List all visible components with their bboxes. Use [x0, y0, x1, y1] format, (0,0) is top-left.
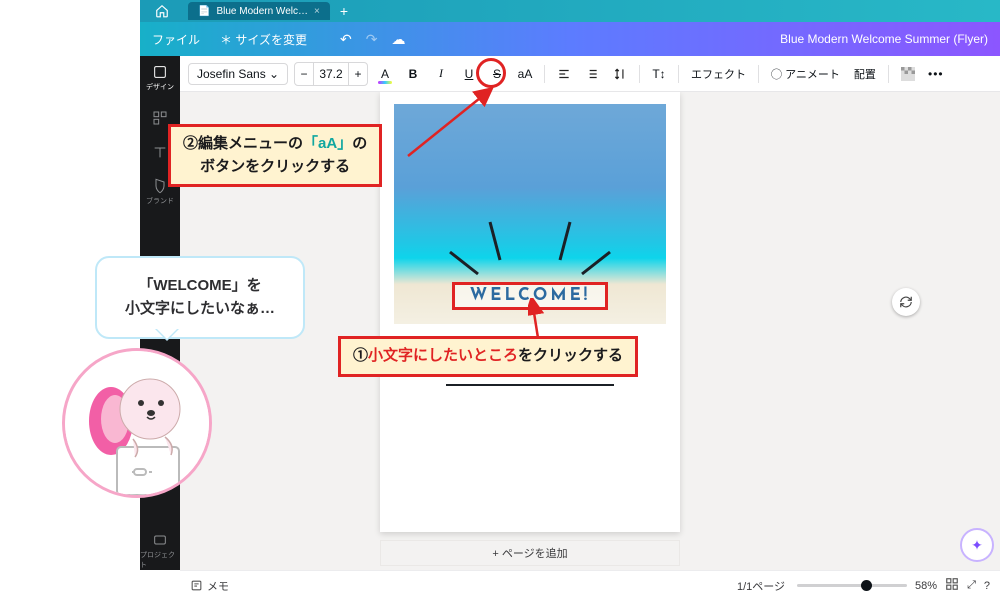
cloud-sync-icon[interactable]: ☁ [391, 31, 405, 48]
canvas-page[interactable]: WELCOME! [380, 92, 680, 532]
sidebar-label: プロジェクト [140, 550, 180, 570]
font-size-increase[interactable]: + [349, 63, 367, 85]
selected-text-box[interactable]: WELCOME! [452, 282, 608, 310]
vertical-text-button[interactable]: T↕ [648, 63, 670, 85]
uppercase-button[interactable]: aA [514, 63, 536, 85]
file-menu[interactable]: ファイル [152, 31, 200, 48]
chevron-down-icon: ⌄ [269, 67, 279, 81]
divider-line [446, 384, 614, 386]
resize-menu[interactable]: ＊ サイズを変更 [220, 31, 307, 48]
welcome-text[interactable]: WELCOME! [470, 288, 590, 305]
align-button[interactable] [553, 63, 575, 85]
zoom-value[interactable]: 58% [915, 580, 937, 592]
page-indicator[interactable]: 1/1ページ [737, 578, 785, 594]
document-title: Blue Modern Welcome Summer (Flyer) [780, 32, 988, 46]
help-icon[interactable]: ? [984, 580, 990, 592]
sidebar-label: デザイン [146, 82, 174, 92]
assistant-fab[interactable]: ✦ [960, 528, 994, 562]
annotation-box-1: ①小文字にしたいところをクリックする [338, 336, 638, 377]
home-icon[interactable] [140, 0, 184, 22]
notes-label: メモ [207, 578, 229, 594]
spacing-button[interactable] [609, 63, 631, 85]
font-size-value[interactable]: 37.2 [313, 63, 349, 85]
animate-button[interactable]: ◯ アニメート [767, 66, 844, 82]
strikethrough-button[interactable]: S [486, 63, 508, 85]
font-family-select[interactable]: Josefin Sans ⌄ [188, 63, 288, 85]
font-size-decrease[interactable]: − [295, 63, 313, 85]
notes-button[interactable]: メモ [190, 578, 229, 594]
text-color-button[interactable]: A [374, 63, 396, 85]
undo-icon[interactable]: ↶ [340, 31, 352, 48]
sidebar-label: ブランド [146, 196, 174, 206]
sidebar-item-project[interactable]: プロジェクト [140, 532, 180, 570]
more-options-button[interactable]: ••• [925, 63, 947, 85]
font-size-stepper[interactable]: − 37.2 + [294, 62, 368, 86]
zoom-slider[interactable] [797, 584, 907, 587]
font-name: Josefin Sans [197, 67, 266, 81]
add-page-button[interactable]: + ページを追加 [380, 540, 680, 566]
underline-button[interactable]: U [458, 63, 480, 85]
list-button[interactable] [581, 63, 603, 85]
redo-icon[interactable]: ↷ [366, 31, 378, 48]
document-tab[interactable]: 📄 Blue Modern Welc… × [188, 2, 330, 20]
transparency-button[interactable] [897, 63, 919, 85]
italic-button[interactable]: I [430, 63, 452, 85]
tab-doc-icon: 📄 [198, 6, 210, 17]
effects-button[interactable]: エフェクト [687, 66, 750, 82]
zoom-thumb[interactable] [861, 580, 872, 591]
grid-view-icon[interactable] [945, 577, 959, 594]
refresh-button[interactable] [892, 288, 920, 316]
fullscreen-icon[interactable]: ⤢ [967, 579, 976, 592]
speech-bubble: 「WELCOME」を 小文字にしたいなぁ… [95, 256, 305, 339]
position-button[interactable]: 配置 [850, 66, 880, 82]
new-tab-button[interactable]: + [340, 3, 348, 19]
annotation-box-2: ②編集メニューの「aA」の ボタンをクリックする [168, 124, 382, 187]
sidebar-item-design[interactable]: デザイン [140, 64, 180, 92]
tab-title: Blue Modern Welc… [216, 6, 308, 17]
bold-button[interactable]: B [402, 63, 424, 85]
close-tab-icon[interactable]: × [314, 6, 320, 17]
mascot-dog [62, 348, 212, 498]
